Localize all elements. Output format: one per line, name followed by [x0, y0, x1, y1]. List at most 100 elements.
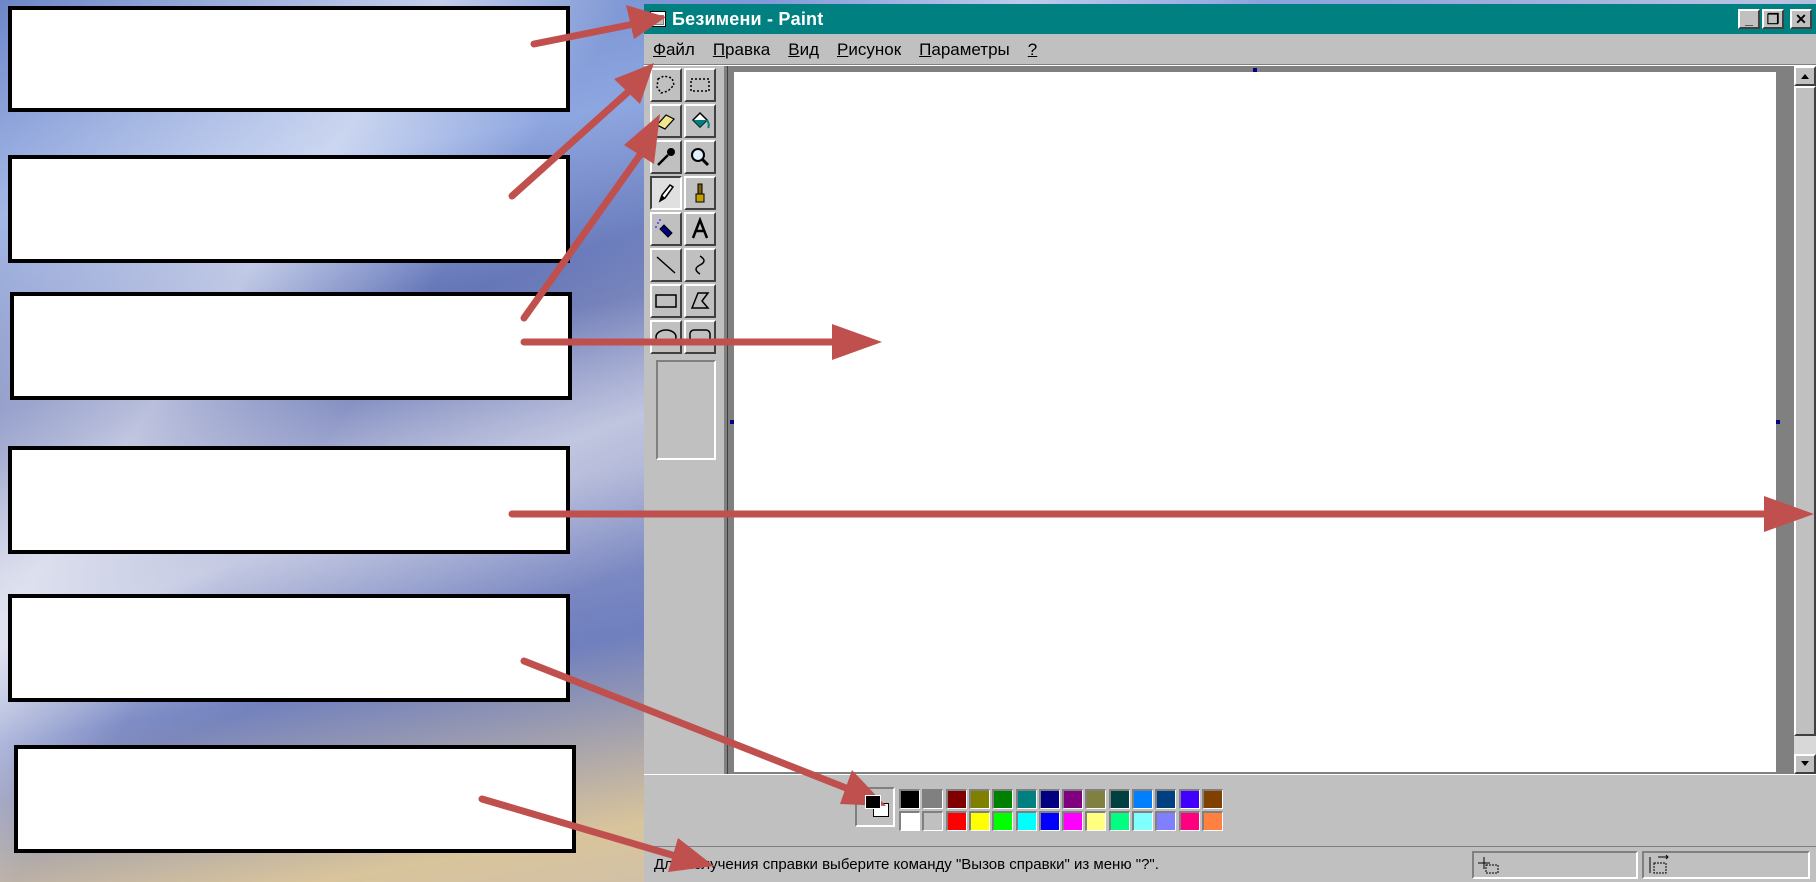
palette-color-swatch[interactable] [1038, 789, 1060, 809]
menu-edit-label: равка [725, 40, 771, 59]
selection-size-icon [1649, 854, 1669, 873]
window-controls: _ ❐ ✕ [1738, 9, 1812, 29]
foreground-color [865, 795, 881, 809]
palette-color-swatch[interactable] [1201, 789, 1223, 809]
canvas-area [728, 66, 1794, 774]
palette-color-swatch[interactable] [1178, 811, 1200, 831]
palette-color-swatch[interactable] [922, 789, 944, 809]
resize-handle-top[interactable] [1253, 68, 1257, 72]
rounded-rectangle-tool[interactable] [684, 320, 716, 354]
palette-color-swatch[interactable] [968, 811, 990, 831]
pencil-tool[interactable] [650, 176, 682, 210]
palette-color-swatch[interactable] [1108, 811, 1130, 831]
palette-color-swatch[interactable] [1062, 789, 1084, 809]
arrow-up-icon [1801, 74, 1809, 79]
paint-app-icon[interactable] [650, 11, 666, 27]
polygon-tool[interactable] [684, 284, 716, 318]
menu-options-mnemonic: П [919, 40, 932, 59]
palette-color-swatch[interactable] [945, 789, 967, 809]
current-colors[interactable] [855, 787, 895, 827]
close-icon: ✕ [1795, 11, 1807, 27]
fill-tool[interactable] [684, 104, 716, 138]
menu-edit[interactable]: Правка [704, 40, 779, 60]
rect-select-icon [690, 78, 710, 92]
palette-color-swatch[interactable] [1178, 789, 1200, 809]
palette-color-swatch[interactable] [899, 811, 920, 831]
free-select-icon [656, 75, 675, 94]
menu-help[interactable]: ? [1019, 40, 1046, 60]
airbrush-tool[interactable] [650, 212, 682, 246]
vertical-scrollbar[interactable] [1794, 66, 1816, 774]
restore-button[interactable]: ❐ [1762, 9, 1784, 29]
text-icon [691, 217, 709, 239]
color-picker-tool[interactable] [650, 140, 682, 174]
ellipse-tool[interactable] [650, 320, 682, 354]
menu-help-mnemonic: ? [1027, 40, 1038, 59]
palette-color-swatch[interactable] [1132, 789, 1153, 809]
eyedropper-icon [657, 148, 675, 166]
palette-color-swatch[interactable] [992, 811, 1014, 831]
curve-icon [695, 255, 705, 275]
minimize-button[interactable]: _ [1738, 9, 1760, 29]
cursor-position-icon [1478, 856, 1499, 873]
blank-label-box-4 [8, 446, 570, 554]
restore-icon: ❐ [1766, 11, 1780, 27]
palette-color-swatch[interactable] [922, 811, 944, 831]
resize-handle-right[interactable] [1776, 420, 1780, 424]
palette-color-swatch[interactable] [1062, 811, 1084, 831]
menu-file-mnemonic: Ф [653, 40, 666, 59]
pencil-icon [658, 183, 675, 203]
palette-color-swatch[interactable] [945, 811, 967, 831]
palette-color-swatch[interactable] [1038, 811, 1060, 831]
rectangle-tool[interactable] [650, 284, 682, 318]
window-title: Безимени - Paint [672, 8, 824, 29]
blank-label-box-5 [8, 594, 570, 702]
palette-color-swatch[interactable] [1015, 789, 1037, 809]
rect-select-tool[interactable] [684, 68, 716, 102]
palette-color-swatch[interactable] [992, 789, 1014, 809]
eraser-tool[interactable] [650, 104, 682, 138]
palette-color-swatch[interactable] [1155, 811, 1177, 831]
close-button[interactable]: ✕ [1790, 9, 1812, 29]
palette-color-swatch[interactable] [1015, 811, 1037, 831]
paint-window: Безимени - Paint _ ❐ ✕ Файл Правка Вид Р… [644, 4, 1816, 882]
text-tool[interactable] [684, 212, 716, 246]
free-select-tool[interactable] [650, 68, 682, 102]
title-bar[interactable]: Безимени - Paint _ ❐ ✕ [644, 4, 1816, 34]
menu-bar: Файл Правка Вид Рисунок Параметры ? [644, 36, 1816, 64]
menu-file-label: айл [665, 40, 695, 59]
menu-options-label: араметры [931, 40, 1010, 59]
tool-options-box[interactable] [656, 360, 716, 460]
palette-color-swatch[interactable] [1085, 789, 1107, 809]
palette-color-swatch[interactable] [1201, 811, 1223, 831]
menu-options[interactable]: Параметры [910, 40, 1019, 60]
line-tool[interactable] [650, 248, 682, 282]
palette-color-swatch[interactable] [1155, 789, 1177, 809]
palette-color-swatch[interactable] [968, 789, 990, 809]
palette-color-swatch[interactable] [1108, 789, 1130, 809]
curve-tool[interactable] [684, 248, 716, 282]
fill-bucket-icon [691, 111, 710, 129]
magnifier-icon [691, 148, 710, 167]
menu-view[interactable]: Вид [779, 40, 828, 60]
menu-image-label: исунок [848, 40, 902, 59]
resize-handle-left[interactable] [730, 420, 734, 424]
drawing-canvas[interactable] [730, 68, 1780, 772]
menu-image[interactable]: Рисунок [828, 40, 910, 60]
palette-color-swatch[interactable] [1085, 811, 1107, 831]
menu-image-mnemonic: Р [837, 40, 849, 59]
scroll-down-button[interactable] [1794, 754, 1816, 774]
magnifier-tool[interactable] [684, 140, 716, 174]
rectangle-icon [655, 294, 677, 308]
scroll-up-button[interactable] [1794, 66, 1816, 86]
rounded-rectangle-icon [689, 329, 711, 345]
menu-file[interactable]: Файл [644, 40, 704, 60]
brush-tool[interactable] [684, 176, 716, 210]
brush-icon [695, 183, 705, 203]
palette-color-swatch[interactable] [899, 789, 920, 809]
selection-size-panel [1642, 850, 1810, 879]
scroll-thumb[interactable] [1794, 86, 1816, 736]
palette-color-swatch[interactable] [1132, 811, 1153, 831]
polygon-icon [690, 292, 710, 309]
blank-label-box-6 [14, 745, 576, 853]
